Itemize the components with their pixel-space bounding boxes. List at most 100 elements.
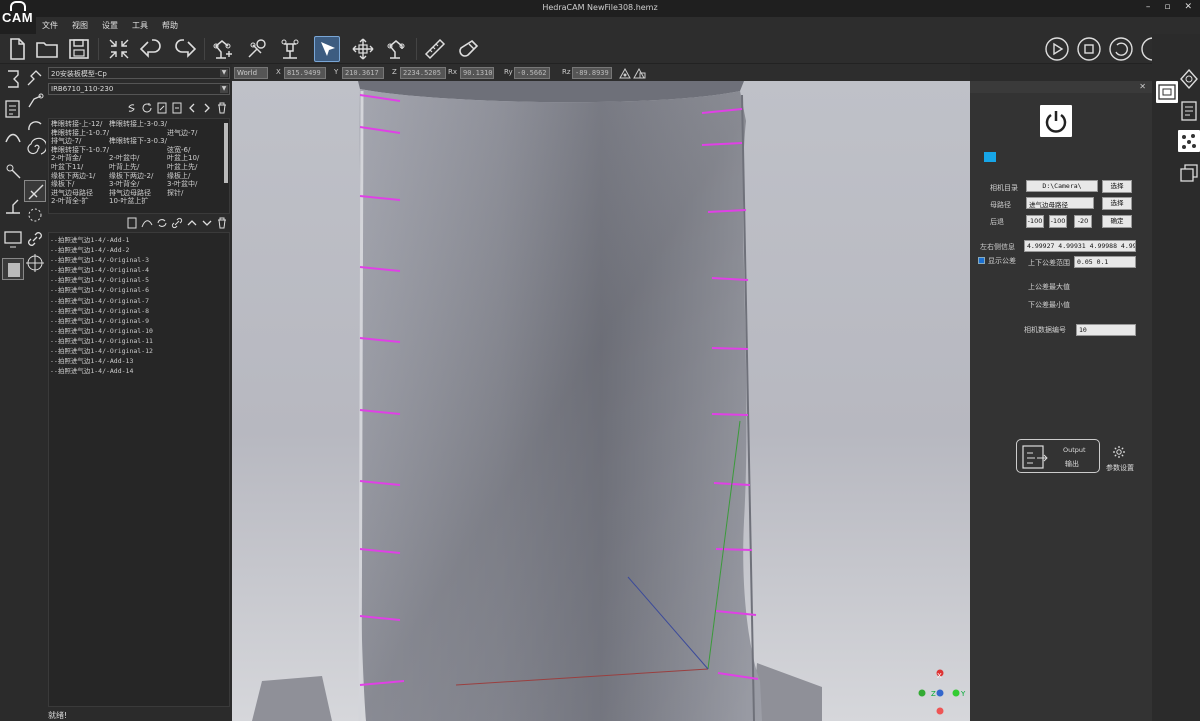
mother-path-select-button[interactable]: 选择 — [1102, 197, 1132, 210]
tree-item[interactable]: --拍照进气边1-4/-Add-13 — [50, 356, 228, 366]
mother-path-field[interactable]: 进气边母路径 — [1026, 197, 1094, 209]
rx-value[interactable]: 90.1310 — [460, 67, 494, 79]
chevron-left-icon[interactable] — [186, 102, 198, 114]
tree-item[interactable]: --拍照进气边1-4/-Original-9 — [50, 316, 228, 326]
viewport-canvas[interactable]: X Z Y — [232, 81, 970, 721]
redo-icon[interactable] — [172, 36, 198, 62]
path-list-scrollbar[interactable] — [224, 123, 228, 183]
tree-item[interactable]: --拍照进气边1-4/-Original-4 — [50, 265, 228, 275]
retreat-y-field[interactable]: -100 — [1049, 215, 1067, 228]
sort-icon[interactable] — [126, 102, 138, 114]
select-arrow-icon[interactable] — [314, 36, 340, 62]
retreat-x-field[interactable]: -100 — [1026, 215, 1044, 228]
robot-small-icon[interactable] — [24, 66, 46, 88]
camera-path-icon[interactable] — [24, 180, 46, 202]
refresh-icon[interactable] — [141, 102, 153, 114]
chevron-up-icon[interactable] — [186, 217, 198, 229]
menu-settings[interactable]: 设置 — [102, 20, 118, 31]
view-cube-icon[interactable] — [1178, 68, 1200, 90]
tree-item[interactable]: --拍照进气边1-4/-Original-7 — [50, 296, 228, 306]
y-value[interactable]: 210.3617 — [342, 67, 384, 79]
confirm-button[interactable]: 确定 — [1102, 215, 1132, 228]
save-icon[interactable] — [66, 36, 92, 62]
show-tolerance-checkbox[interactable] — [978, 257, 985, 264]
undo-icon[interactable] — [138, 36, 164, 62]
probe-icon[interactable] — [2, 160, 24, 182]
loop-icon[interactable] — [1108, 36, 1134, 62]
scan-icon[interactable] — [24, 204, 46, 226]
curve-edit-icon[interactable] — [141, 217, 153, 229]
camera-frame-icon[interactable] — [1156, 81, 1178, 103]
close-window-button[interactable]: ✕ — [1184, 2, 1192, 12]
robot-pose-icon[interactable] — [24, 88, 46, 110]
3d-viewport[interactable]: X Z Y — [232, 81, 970, 721]
menu-view[interactable]: 视图 — [72, 20, 88, 31]
open-folder-icon[interactable] — [34, 36, 60, 62]
scatter-points-icon[interactable] — [1178, 130, 1200, 152]
link-icon[interactable] — [24, 228, 46, 250]
tree-item[interactable]: --拍照进气边1-4/-Original-10 — [50, 326, 228, 336]
tree-item[interactable]: --拍照进气边1-4/-Original-8 — [50, 306, 228, 316]
report-doc-icon[interactable] — [1178, 100, 1200, 122]
power-button[interactable] — [1040, 105, 1072, 137]
z-value[interactable]: 2234.5205 — [400, 67, 446, 79]
robot-add-icon[interactable] — [210, 36, 236, 62]
output-button[interactable]: Output 输出 — [1016, 439, 1100, 473]
tolerance-range-field[interactable]: 0.05 0.1 — [1074, 256, 1136, 268]
magnet-snap-icon[interactable] — [456, 36, 482, 62]
maximize-button[interactable]: ▫ — [1164, 2, 1170, 12]
tree-item[interactable]: --拍照进气边1-4/-Add-14 — [50, 366, 228, 376]
tree-item[interactable]: --拍照进气边1-4/-Add-2 — [50, 245, 228, 255]
chevron-right-icon[interactable] — [201, 102, 213, 114]
menu-file[interactable]: 文件 — [42, 20, 58, 31]
new-doc-icon[interactable] — [126, 217, 138, 229]
minimize-button[interactable]: – — [1146, 2, 1151, 12]
robot-select[interactable]: IRB6710_110-230 ▼ — [48, 83, 230, 95]
data-panel-icon[interactable] — [2, 258, 24, 280]
camera-dir-field[interactable]: D:\Camera\ — [1026, 180, 1098, 192]
retreat-z-field[interactable]: -20 — [1074, 215, 1092, 228]
trash-icon[interactable] — [216, 102, 228, 114]
menu-help[interactable]: 帮助 — [162, 20, 178, 31]
trash-icon[interactable] — [216, 217, 228, 229]
chevron-down-icon[interactable] — [201, 217, 213, 229]
frame-lock-icon[interactable] — [632, 66, 646, 80]
robot-teach-icon[interactable] — [384, 36, 410, 62]
monitor-robot-icon[interactable] — [2, 228, 24, 250]
measure-ruler-icon[interactable] — [422, 36, 448, 62]
model-select[interactable]: 20安装板模型-Cp ▼ — [48, 67, 230, 79]
rz-value[interactable]: -89.8939 — [572, 67, 612, 79]
settings-label[interactable]: 参数设置 — [1106, 463, 1134, 473]
x-value[interactable]: 815.9499 — [284, 67, 326, 79]
spiral-path-icon[interactable] — [24, 136, 48, 158]
tree-item[interactable]: --拍照进气边1-4/-Original-3 — [50, 255, 228, 265]
tree-item[interactable]: --拍照进气边1-4/-Original-6 — [50, 285, 228, 295]
edit-doc-icon[interactable] — [156, 102, 168, 114]
frame-pick-icon[interactable] — [618, 66, 632, 80]
robot-config-icon[interactable] — [244, 36, 270, 62]
ry-value[interactable]: -0.5662 — [514, 67, 550, 79]
part-model-icon[interactable] — [2, 68, 24, 90]
menu-tools[interactable]: 工具 — [132, 20, 148, 31]
link-icon[interactable] — [171, 217, 183, 229]
robot-base-icon[interactable] — [2, 194, 24, 216]
fit-view-icon[interactable] — [106, 36, 132, 62]
path-edit-icon[interactable] — [2, 98, 24, 120]
camera-dir-select-button[interactable]: 选择 — [1102, 180, 1132, 193]
new-file-icon[interactable] — [4, 36, 30, 62]
frame-select[interactable]: World — [234, 67, 268, 79]
target-icon[interactable] — [24, 252, 46, 274]
play-icon[interactable] — [1044, 36, 1070, 62]
tree-item[interactable]: --拍照进气边1-4/-Original-5 — [50, 275, 228, 285]
tree-item[interactable]: --拍照进气边1-4/-Add-1 — [50, 235, 228, 245]
stop-icon[interactable] — [1076, 36, 1102, 62]
robot-joint-icon[interactable] — [24, 112, 46, 134]
close-icon[interactable]: ✕ — [1139, 82, 1146, 91]
tree-item[interactable]: --拍照进气边1-4/-Original-12 — [50, 346, 228, 356]
new-doc-icon[interactable] — [171, 102, 183, 114]
tree-item[interactable]: --拍照进气边1-4/-Original-11 — [50, 336, 228, 346]
lr-info-field[interactable]: 4.99927 4.99931 4.99988 4.9998 — [1024, 240, 1136, 252]
move-gizmo-icon[interactable] — [350, 36, 376, 62]
camera-num-field[interactable]: 10 — [1076, 324, 1136, 336]
gear-icon[interactable] — [1112, 445, 1126, 459]
